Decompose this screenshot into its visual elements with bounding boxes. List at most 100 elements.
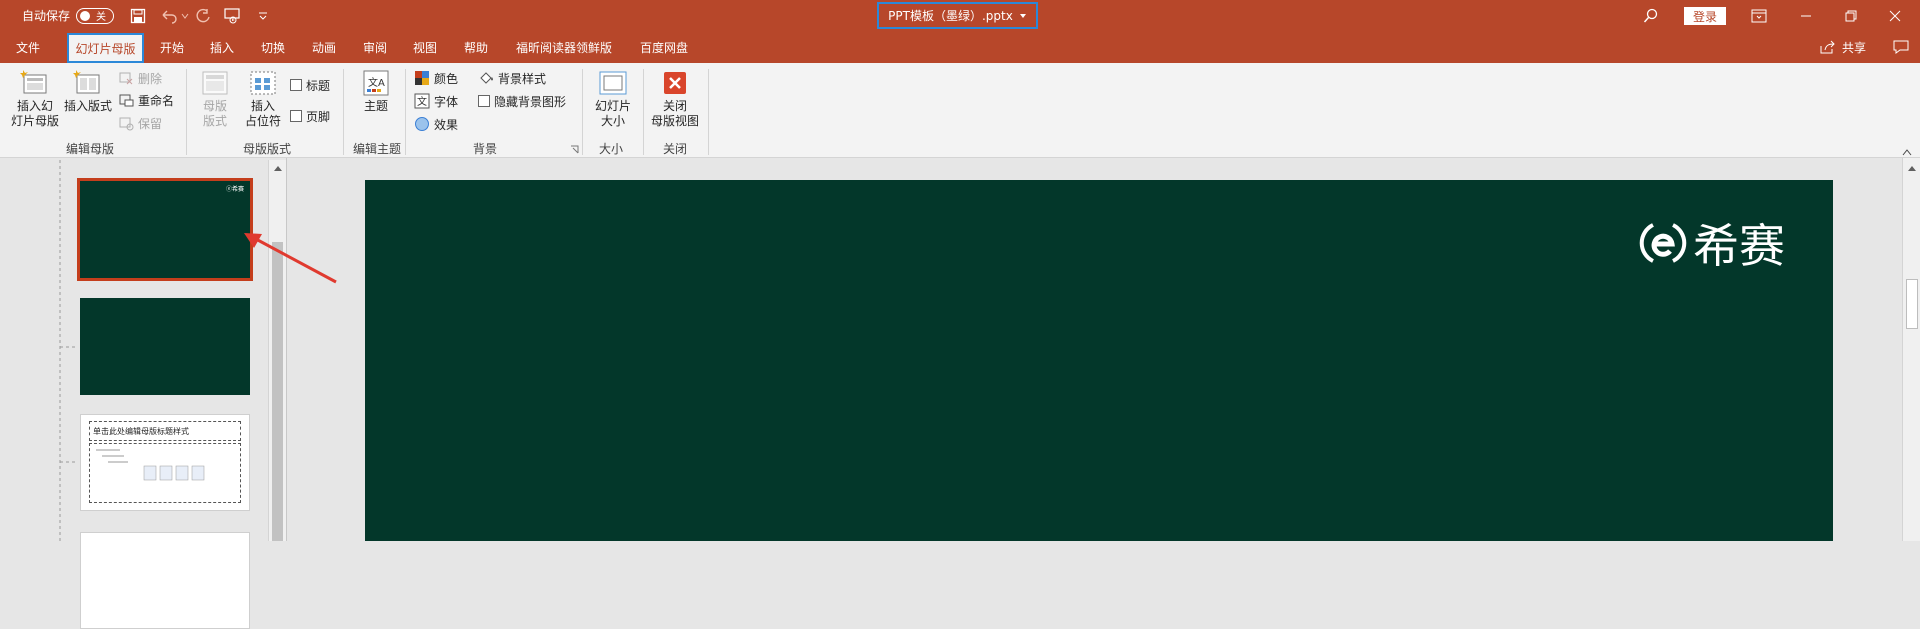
insert-slide-master-button[interactable]: 插入幻 灯片母版 xyxy=(10,69,60,129)
master-layout-button[interactable]: 母版 版式 xyxy=(196,69,234,129)
title-checkbox-label: 标题 xyxy=(306,78,331,93)
restore-icon[interactable] xyxy=(1828,0,1874,31)
rename-label: 重命名 xyxy=(138,93,175,108)
slide-thumbnail-pane: ⓔ希赛 单击此处编辑母版标题样式 xyxy=(0,158,286,629)
insert-placeholder-label-1: 插入 xyxy=(250,99,275,113)
group-separator xyxy=(582,69,583,155)
tab-baidu-netdisk[interactable]: 百度网盘 xyxy=(640,31,688,63)
footer-checkbox[interactable]: 页脚 xyxy=(290,107,330,125)
master-layout-icon xyxy=(200,69,230,97)
theme-label: 主题 xyxy=(363,99,388,113)
insert-layout-button[interactable]: 插入版式 xyxy=(62,69,114,114)
close-window-icon[interactable] xyxy=(1872,0,1918,31)
svg-text:文A: 文A xyxy=(368,76,385,89)
preserve-button[interactable]: 保留 xyxy=(118,114,162,132)
rename-icon xyxy=(119,94,134,107)
minimize-icon[interactable] xyxy=(1783,0,1829,31)
layout-thumbnail-3[interactable] xyxy=(80,532,250,629)
share-label: 共享 xyxy=(1842,40,1867,55)
present-from-start-icon[interactable] xyxy=(224,0,242,31)
hide-background-graphics-checkbox[interactable]: 隐藏背景图形 xyxy=(478,92,566,110)
group-separator xyxy=(186,69,187,155)
annotation-arrow xyxy=(244,233,337,284)
main-scrollbar[interactable] xyxy=(1902,158,1920,541)
customize-toolbar-icon[interactable] xyxy=(258,0,268,31)
fonts-icon: 文 xyxy=(414,93,430,109)
insert-master-label-2: 灯片母版 xyxy=(10,114,59,128)
autosave-toggle[interactable]: 关 xyxy=(76,7,115,24)
undo-icon[interactable] xyxy=(160,0,178,31)
slide-size-button[interactable]: 幻灯片 大小 xyxy=(590,69,636,129)
slide-logo[interactable]: 希赛 xyxy=(1639,210,1785,276)
login-button[interactable]: 登录 xyxy=(1684,7,1726,25)
background-dialog-launcher-icon[interactable] xyxy=(570,143,579,157)
paint-bucket-icon xyxy=(480,72,493,84)
redo-icon[interactable] xyxy=(195,0,211,31)
theme-button[interactable]: 文A 主题 xyxy=(352,69,400,114)
insert-layout-label: 插入版式 xyxy=(63,99,112,113)
theme-icon: 文A xyxy=(361,69,391,97)
insert-master-label-1: 插入幻 xyxy=(16,99,53,113)
tab-foxit-reader[interactable]: 福昕阅读器领鲜版 xyxy=(516,31,612,63)
group-separator xyxy=(405,69,406,155)
close-view-label-1: 关闭 xyxy=(662,99,687,113)
colors-icon xyxy=(415,71,429,85)
insert-master-icon xyxy=(20,69,50,97)
slide-master-canvas[interactable] xyxy=(365,180,1833,541)
group-label-size: 大小 xyxy=(598,142,623,156)
close-master-view-button[interactable]: 关闭 母版视图 xyxy=(649,69,701,129)
close-view-label-2: 母版视图 xyxy=(650,114,699,128)
insert-placeholder-button[interactable]: 插入 占位符 xyxy=(238,69,288,129)
thumbnail-scrollbar[interactable] xyxy=(268,160,286,541)
tab-transitions[interactable]: 切换 xyxy=(261,31,285,63)
undo-dropdown-icon[interactable] xyxy=(181,0,189,31)
colors-dropdown[interactable]: 颜色 xyxy=(414,69,458,87)
ribbon-tabs: 文件 幻灯片母版 开始 插入 切换 动画 审阅 视图 帮助 福昕阅读器领鲜版 百… xyxy=(0,31,1920,63)
thumb-logo-text: ⓔ希赛 xyxy=(225,186,244,193)
share-icon xyxy=(1820,40,1835,54)
doc-title-text: PPT模板（墨绿）.pptx xyxy=(888,9,1013,23)
delete-button[interactable]: 删除 xyxy=(118,69,162,87)
tab-file[interactable]: 文件 xyxy=(16,31,40,63)
close-master-view-icon xyxy=(660,69,690,97)
scroll-up-icon[interactable] xyxy=(273,164,283,172)
comments-icon[interactable] xyxy=(1893,31,1909,63)
group-label-close: 关闭 xyxy=(662,142,687,156)
logo-e-icon xyxy=(1639,223,1687,263)
effects-dropdown[interactable]: 效果 xyxy=(414,115,458,133)
title-check-box[interactable] xyxy=(290,79,302,91)
rename-button[interactable]: 重命名 xyxy=(118,91,174,109)
save-icon[interactable] xyxy=(130,0,146,31)
tab-insert[interactable]: 插入 xyxy=(210,31,234,63)
main-scroll-thumb[interactable] xyxy=(1906,279,1918,329)
hide-bg-check-box[interactable] xyxy=(478,95,490,107)
tab-help[interactable]: 帮助 xyxy=(464,31,488,63)
fonts-label: 字体 xyxy=(434,94,459,109)
slide-size-label-2: 大小 xyxy=(600,114,625,128)
tab-animations[interactable]: 动画 xyxy=(312,31,336,63)
background-styles-dropdown[interactable]: 背景样式 xyxy=(478,69,546,87)
search-icon[interactable] xyxy=(1643,0,1659,31)
logo-text: 希赛 xyxy=(1693,219,1785,273)
layout-thumbnail-2[interactable]: 单击此处编辑母版标题样式 xyxy=(80,414,250,511)
slide-master-thumbnail[interactable]: ⓔ希赛 xyxy=(77,178,253,281)
fonts-dropdown[interactable]: 文 字体 xyxy=(414,92,458,110)
effects-label: 效果 xyxy=(434,117,459,132)
share-button[interactable]: 共享 xyxy=(1820,31,1866,63)
collapse-ribbon-icon[interactable] xyxy=(1902,145,1912,159)
footer-check-box[interactable] xyxy=(290,110,302,122)
tab-review[interactable]: 审阅 xyxy=(363,31,387,63)
effects-icon xyxy=(415,117,429,131)
tab-view[interactable]: 视图 xyxy=(413,31,437,63)
tab-home[interactable]: 开始 xyxy=(160,31,184,63)
ribbon-display-options-icon[interactable] xyxy=(1751,0,1767,31)
insert-placeholder-icon xyxy=(248,69,278,97)
tab-slide-master[interactable]: 幻灯片母版 xyxy=(67,33,144,63)
autosave[interactable]: 自动保存 关 xyxy=(22,0,115,31)
title-checkbox[interactable]: 标题 xyxy=(290,76,330,94)
document-title[interactable]: PPT模板（墨绿）.pptx xyxy=(877,2,1038,29)
title-bar: 自动保存 关 PPT模板（墨绿）.pptx 登录 xyxy=(0,0,1920,31)
scroll-up-icon[interactable] xyxy=(1907,164,1917,172)
layout-thumbnail-1[interactable] xyxy=(80,298,250,395)
group-label-master-layout: 母版版式 xyxy=(242,142,291,156)
